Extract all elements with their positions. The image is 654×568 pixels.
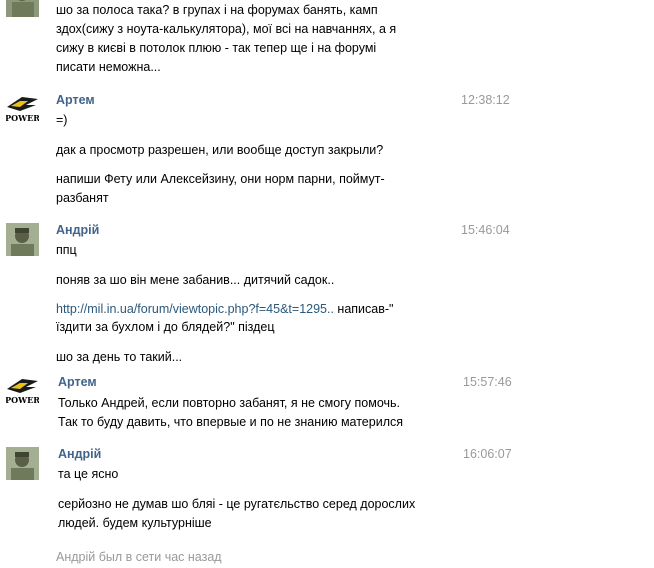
message-text: дак а просмотр разрешен, или вообще дост… [56,143,384,157]
author-name[interactable]: Андрій [56,223,99,237]
message-text: =) [56,113,68,127]
message-text: їздити за бухлом і до блядей?" піздец [56,320,275,334]
message-text: шо за день то такий... [56,350,183,364]
message-time: 16:06:07 [463,447,512,461]
author-name[interactable]: Артем [58,375,97,389]
message-time: 15:57:46 [463,375,512,389]
message-link[interactable]: http://mil.in.ua/forum/viewtopic.php?f=4… [56,302,334,316]
message-text: писати неможна... [56,60,161,74]
message-time: 15:46:04 [461,223,510,237]
message-text: разбанят [56,191,109,205]
message-time: 12:38:12 [461,93,510,107]
author-name[interactable]: Артем [56,93,95,107]
message-text: людей. будем культурніше [58,516,212,530]
avatar[interactable]: POWER [6,375,39,408]
message-text: поняв за шо він мене забанив... дитячий … [56,273,335,287]
author-name[interactable]: Андрій [58,447,101,461]
avatar[interactable]: POWER [6,93,39,126]
message-text: http://mil.in.ua/forum/viewtopic.php?f=4… [56,302,393,316]
message-text: Так то буду давить, что впервые и по не … [58,415,404,429]
avatar[interactable] [6,447,39,480]
message-text: сижу в києві в потолок плюю - так тепер … [56,41,377,55]
message-text: та це ясно [58,467,119,481]
message-text: серйозно не думав шо бляі - це ругатєльс… [58,497,416,511]
avatar-logo-text: POWER [6,113,39,123]
message-text-fragment: написав-" [333,302,394,316]
message-text: здох(сижу з ноута-калькулятора), мої всі… [56,22,397,36]
avatar[interactable] [6,223,39,256]
avatar[interactable] [6,0,39,17]
avatar-logo-text: POWER [6,395,39,405]
online-status: Андрій был в сети час назад [56,550,222,564]
message-text: ппц [56,243,77,257]
message-text: шо за полоса така? в групах і на форумах… [56,3,378,17]
message-text: напиши Фету или Алексейзину, они норм па… [56,172,385,186]
message-text: Только Андрей, если повторно забанят, я … [58,396,400,410]
